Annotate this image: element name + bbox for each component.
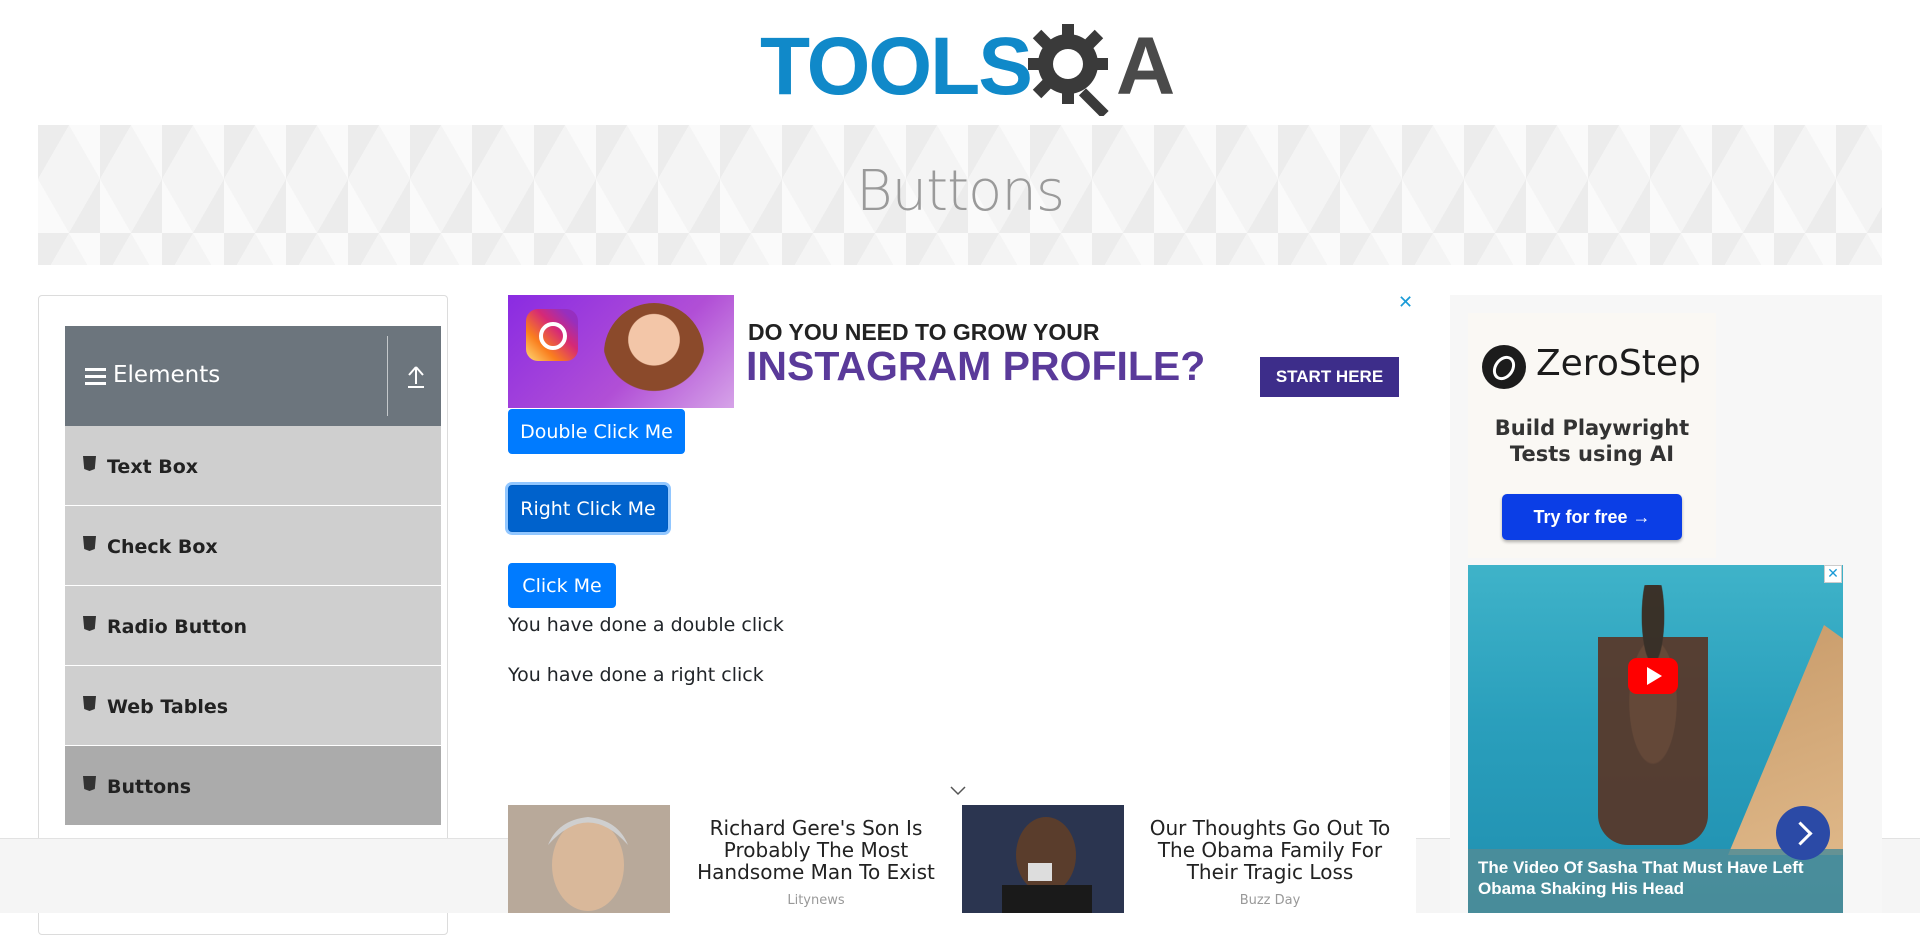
ad-thumbnail — [508, 805, 670, 913]
sidebar-item-label: Buttons — [107, 776, 192, 798]
sidebar-item-text-box[interactable]: Text Box — [65, 426, 441, 506]
right-click-button[interactable]: Right Click Me — [508, 485, 668, 532]
zerostep-tagline: Build Playwright Tests using AI — [1494, 416, 1690, 466]
sidebar-item-radio-button[interactable]: Radio Button — [65, 586, 441, 666]
hamburger-icon — [85, 368, 106, 386]
zerostep-ad[interactable]: ZeroStep Build Playwright Tests using AI… — [1468, 313, 1716, 558]
double-click-button[interactable]: Double Click Me — [508, 409, 685, 454]
ad-headline: Richard Gere's Son Is Probably The Most … — [697, 816, 935, 884]
ad-person-image — [604, 303, 704, 408]
ad-source: Buzz Day — [1239, 893, 1301, 908]
sidebar-item-label: Text Box — [107, 456, 199, 478]
ad-source: Litynews — [787, 893, 845, 908]
ad-image — [508, 295, 734, 408]
ad-person-image — [1598, 585, 1708, 845]
right-click-message: You have done a right click — [508, 664, 764, 686]
sidebar-group-title: Elements — [113, 362, 221, 388]
collapse-up-icon[interactable] — [405, 364, 427, 390]
ad-thumbnail — [962, 805, 1124, 913]
toolsqa-logo[interactable]: TOOLS A — [760, 18, 1175, 116]
ad-cta-button[interactable]: START HERE — [1260, 357, 1399, 397]
sidebar-item-label: Radio Button — [107, 616, 247, 638]
sidebar-group-elements[interactable]: Elements — [65, 326, 441, 426]
sidebar-item-check-box[interactable]: Check Box — [65, 506, 441, 586]
page-banner: Buttons — [38, 125, 1882, 265]
chevron-down-icon[interactable] — [950, 786, 966, 796]
html5-icon — [83, 696, 96, 711]
zerostep-logo-icon — [1482, 345, 1526, 389]
gear-magnifier-icon — [1028, 24, 1109, 116]
instagram-ad[interactable]: DO YOU NEED TO GROW YOUR INSTAGRAM PROFI… — [508, 295, 1400, 408]
click-me-button[interactable]: Click Me — [508, 563, 616, 608]
sidebar-item-buttons[interactable]: Buttons — [65, 746, 441, 826]
sidebar-item-label: Web Tables — [107, 696, 229, 718]
ad-line2: INSTAGRAM PROFILE? — [746, 343, 1206, 389]
sidebar-item-label: Check Box — [107, 536, 218, 558]
bottom-ad-card[interactable]: Richard Gere's Son Is Probably The Most … — [508, 805, 962, 913]
sidebar-menu: Text Box Check Box Radio Button Web Tabl… — [65, 426, 441, 826]
page-title: Buttons — [855, 159, 1065, 224]
double-click-message: You have done a double click — [508, 614, 784, 636]
video-ad[interactable]: The Video Of Sasha That Must Have Left O… — [1468, 565, 1843, 913]
zerostep-name: ZeroStep — [1536, 343, 1701, 384]
chevron-right-icon[interactable] — [1776, 806, 1830, 860]
bottom-ad-card[interactable]: Our Thoughts Go Out To The Obama Family … — [962, 805, 1416, 913]
logo-suffix: A — [1116, 21, 1176, 112]
close-icon[interactable]: ✕ — [1398, 294, 1414, 312]
html5-icon — [83, 776, 96, 791]
html5-icon — [83, 616, 96, 631]
close-icon[interactable]: ✕ — [1824, 565, 1842, 583]
ad-line1: DO YOU NEED TO GROW YOUR — [748, 319, 1100, 345]
play-icon[interactable] — [1628, 658, 1678, 694]
video-ad-caption: The Video Of Sasha That Must Have Left O… — [1468, 849, 1843, 913]
logo-text: TOOLS — [760, 21, 1033, 112]
header-divider — [387, 336, 388, 416]
instagram-icon — [526, 309, 578, 361]
html5-icon — [83, 536, 96, 551]
try-for-free-button[interactable]: Try for free → — [1502, 494, 1682, 540]
html5-icon — [83, 456, 96, 471]
sidebar-item-web-tables[interactable]: Web Tables — [65, 666, 441, 746]
ad-headline: Our Thoughts Go Out To The Obama Family … — [1149, 816, 1391, 884]
